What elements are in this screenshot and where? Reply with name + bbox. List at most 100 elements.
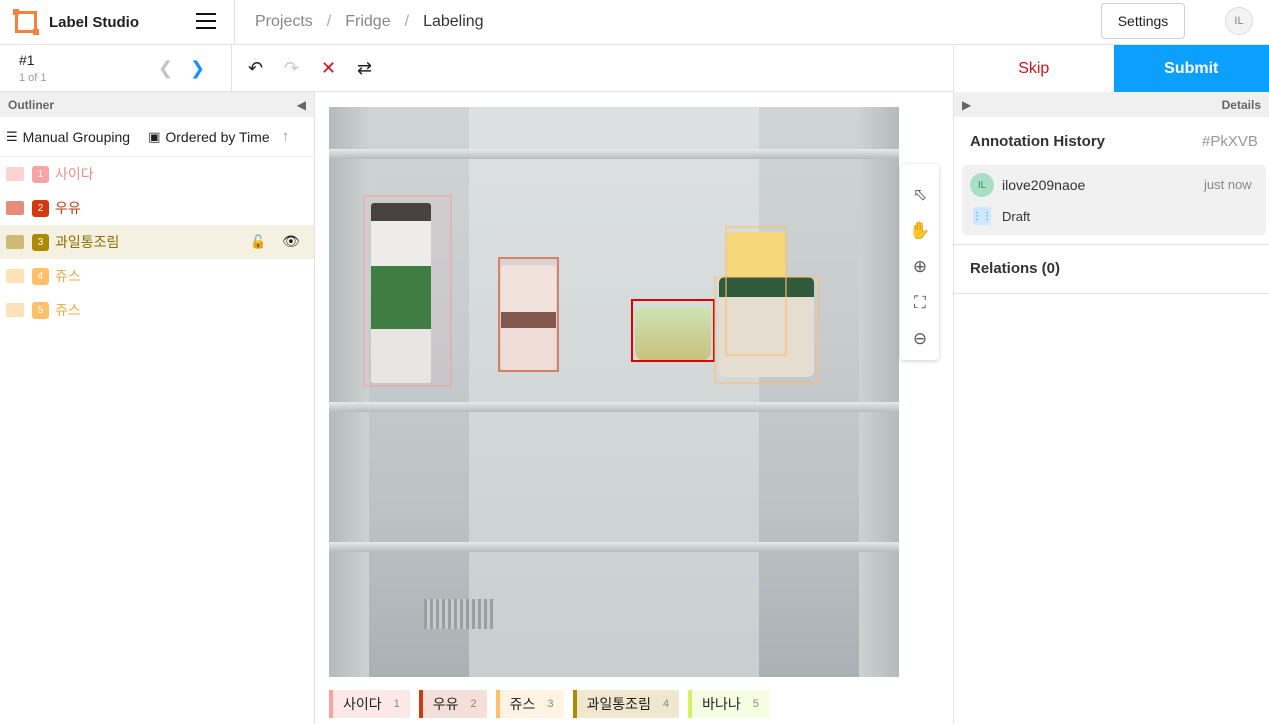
- label-chip[interactable]: 바나나 5: [688, 690, 769, 718]
- annotator-avatar: IL: [970, 173, 994, 197]
- bbox-region-5[interactable]: [714, 276, 820, 384]
- outliner-header: Outliner ◀: [0, 92, 314, 117]
- region-label: 사이다: [55, 166, 94, 182]
- rectangle-region-icon: [6, 303, 24, 317]
- rectangle-region-icon: [6, 167, 24, 181]
- breadcrumb-current: Labeling: [423, 13, 484, 30]
- breadcrumb-project[interactable]: Fridge: [345, 13, 390, 31]
- redo-icon[interactable]: ↷: [284, 57, 299, 79]
- rectangle-region-icon: [6, 201, 24, 215]
- region-item-selected[interactable]: 3 과일통조림 🔓 👁: [0, 225, 314, 259]
- bbox-region-2[interactable]: [498, 257, 559, 372]
- fridge-left-wall: [329, 107, 369, 677]
- annotation-history-entry[interactable]: IL ilove209naoe just now ⋮⋮ Draft: [962, 165, 1266, 235]
- swap-icon[interactable]: ⇄: [357, 57, 372, 79]
- label-chip[interactable]: 과일통조림 4: [572, 690, 680, 718]
- breadcrumb-separator: /: [326, 13, 332, 30]
- prev-task-icon[interactable]: ❮: [158, 58, 173, 79]
- label-chip-hotkey: 1: [393, 698, 400, 710]
- region-label: 쥬스: [55, 268, 81, 284]
- expand-details-icon[interactable]: ▶: [962, 98, 971, 112]
- label-chip-hotkey: 2: [470, 698, 477, 710]
- annotation-id: #PkXVB: [1202, 133, 1258, 150]
- annotation-status: Draft: [1002, 209, 1031, 224]
- fridge-shelf: [329, 542, 899, 552]
- app-name: Label Studio: [49, 13, 139, 31]
- label-studio-logo-icon: [13, 9, 39, 35]
- fridge-image[interactable]: [329, 107, 899, 677]
- breadcrumb-separator: /: [404, 13, 410, 30]
- region-number: 5: [32, 301, 49, 319]
- fridge-right-wall: [859, 107, 899, 677]
- select-pointer-icon[interactable]: ⬁: [909, 184, 931, 206]
- breadcrumb: Projects / Fridge / Labeling: [235, 13, 484, 31]
- collapse-outliner-icon[interactable]: ◀: [297, 98, 306, 112]
- label-chip-name: 우유: [432, 696, 459, 712]
- details-title: Details: [1221, 97, 1261, 112]
- divider: [954, 244, 1269, 245]
- ordering-selector[interactable]: ▣ Ordered by Time: [148, 129, 270, 145]
- rectangle-region-icon: [6, 235, 24, 249]
- region-item[interactable]: 5 쥬스: [0, 293, 314, 327]
- annotation-time: just now: [1204, 177, 1252, 192]
- label-chip-hotkey: 3: [547, 698, 554, 710]
- label-chip-hotkey: 5: [752, 698, 759, 710]
- rectangle-region-icon: [6, 269, 24, 283]
- relations-title: Relations (0): [970, 260, 1061, 277]
- region-item[interactable]: 2 우유: [0, 191, 314, 225]
- top-header: Label Studio Projects / Fridge / Labelin…: [0, 0, 1269, 45]
- fit-to-screen-icon[interactable]: ⛶: [909, 292, 931, 314]
- task-count: 1 of 1: [19, 72, 47, 84]
- fridge-shelf: [329, 149, 899, 159]
- breadcrumb-projects[interactable]: Projects: [255, 13, 313, 31]
- next-task-icon[interactable]: ❯: [190, 58, 205, 79]
- submit-button[interactable]: Submit: [1113, 45, 1269, 92]
- task-toolbar: #1 1 of 1 ❮ ❯ ↶ ↷ ✕ ⇄ Skip Submit: [0, 45, 1269, 92]
- ordering-label: Ordered by Time: [165, 128, 270, 145]
- region-label: 과일통조림: [55, 234, 120, 250]
- label-chip-name: 바나나: [702, 696, 741, 712]
- annotation-history-title: Annotation History: [970, 133, 1105, 150]
- list-icon: ☰: [6, 128, 18, 144]
- task-id: #1: [19, 52, 35, 68]
- divider: [954, 293, 1269, 294]
- region-number: 1: [32, 165, 49, 183]
- zoom-out-icon[interactable]: ⊖: [909, 328, 931, 350]
- pan-hand-icon[interactable]: ✋: [909, 220, 931, 242]
- region-number: 2: [32, 199, 49, 217]
- settings-button[interactable]: Settings: [1101, 3, 1185, 39]
- eye-icon[interactable]: 👁: [282, 233, 300, 250]
- fridge-back-wall: [469, 107, 759, 677]
- image-tools: ⬁ ✋ ⊕ ⛶ ⊖: [900, 164, 939, 360]
- region-number: 4: [32, 267, 49, 285]
- fridge-vent: [424, 599, 494, 629]
- region-label: 우유: [55, 200, 81, 216]
- label-studio-app: Label Studio Projects / Fridge / Labelin…: [0, 0, 1269, 724]
- fridge-shelf: [329, 402, 899, 412]
- reset-icon[interactable]: ✕: [321, 57, 336, 79]
- outliner-title: Outliner: [8, 97, 55, 112]
- sort-direction-icon[interactable]: ↑: [282, 128, 290, 145]
- region-item[interactable]: 1 사이다: [0, 157, 314, 191]
- grouping-label: Manual Grouping: [22, 128, 131, 145]
- undo-icon[interactable]: ↶: [248, 57, 263, 79]
- region-item[interactable]: 4 쥬스: [0, 259, 314, 293]
- label-chip[interactable]: 쥬스 3: [495, 690, 564, 718]
- label-chip-hotkey: 4: [662, 698, 670, 710]
- grouping-selector[interactable]: ☰ Manual Grouping: [6, 129, 130, 145]
- calendar-icon: ▣: [148, 128, 161, 144]
- user-avatar[interactable]: IL: [1225, 7, 1253, 35]
- bbox-region-3-selected[interactable]: [631, 299, 715, 362]
- outliner-controls: ☰ Manual Grouping ▣ Ordered by Time ↑: [0, 117, 314, 157]
- hamburger-menu-icon[interactable]: [196, 13, 216, 29]
- bbox-region-1[interactable]: [363, 195, 452, 387]
- label-chip[interactable]: 사이다 1: [329, 690, 410, 718]
- label-chip-name: 과일통조림: [586, 696, 651, 712]
- outliner-panel: Outliner ◀ ☰ Manual Grouping ▣ Ordered b…: [0, 92, 315, 724]
- lock-icon[interactable]: 🔓: [250, 234, 266, 250]
- details-panel: ▶ Details Annotation History #PkXVB IL i…: [953, 92, 1269, 724]
- skip-button[interactable]: Skip: [954, 45, 1114, 92]
- zoom-in-icon[interactable]: ⊕: [909, 256, 931, 278]
- label-chip[interactable]: 우유 2: [418, 690, 487, 718]
- annotator-name: ilove209naoe: [1002, 177, 1086, 193]
